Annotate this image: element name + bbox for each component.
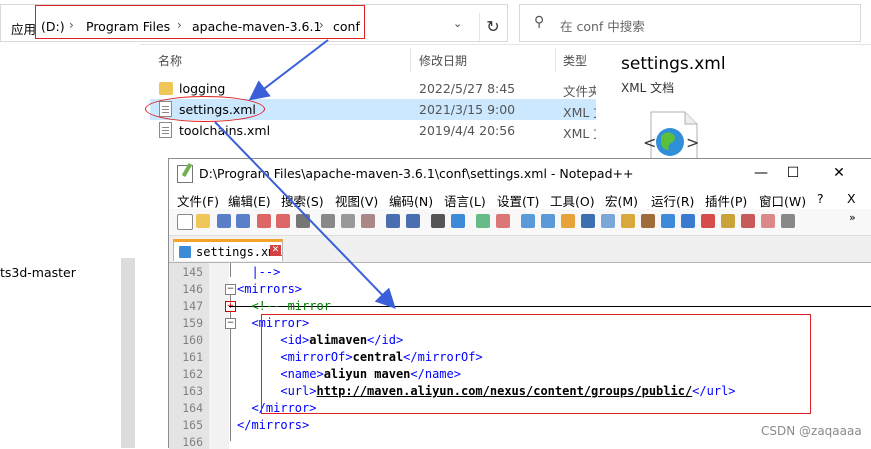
arrow-path-to-file bbox=[248, 39, 329, 101]
arrow-file-to-mirror bbox=[214, 121, 396, 309]
watermark: CSDN @zaqaaaa bbox=[761, 424, 862, 438]
annotation-arrows bbox=[214, 39, 396, 309]
